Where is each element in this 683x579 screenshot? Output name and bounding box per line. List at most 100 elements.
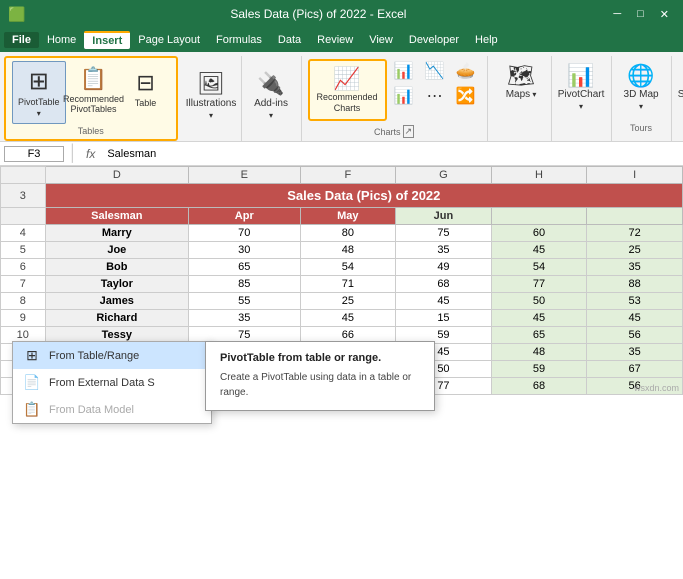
column-chart-button[interactable]: 📊 (389, 59, 419, 83)
maps-icon: 🗺 (507, 63, 535, 89)
cell-val[interactable]: 15 (396, 310, 492, 327)
cell-val[interactable]: 35 (587, 259, 683, 276)
cell-val[interactable]: 54 (300, 259, 396, 276)
header-col-i (587, 208, 683, 225)
cell-val[interactable]: 35 (396, 242, 492, 259)
cell-val[interactable]: 65 (491, 327, 587, 344)
column-chart-icon: 📊 (394, 61, 414, 81)
from-table-range-item[interactable]: ⊞ From Table/Range (13, 342, 211, 369)
cell-val[interactable]: 45 (396, 293, 492, 310)
row-num-7: 7 (1, 276, 46, 293)
cell-val[interactable]: 53 (587, 293, 683, 310)
cell-val[interactable]: 45 (300, 310, 396, 327)
cell-val[interactable]: 68 (396, 276, 492, 293)
cell-val[interactable]: 75 (396, 225, 492, 242)
illustrations-icon: 🖼 (197, 71, 225, 97)
tables-group-label: Tables (12, 124, 170, 136)
cell-val[interactable]: 80 (300, 225, 396, 242)
menu-data[interactable]: Data (270, 32, 309, 48)
maps-button[interactable]: 🗺 Maps ▾ (501, 60, 542, 104)
cell-val[interactable]: 60 (491, 225, 587, 242)
add-ins-button[interactable]: 🔌 Add-ins ▾ (248, 68, 295, 124)
illustrations-buttons: 🖼 Illustrations ▾ (181, 60, 242, 133)
menu-help[interactable]: Help (467, 32, 506, 48)
cell-val[interactable]: 65 (189, 259, 301, 276)
formula-input[interactable] (103, 147, 679, 161)
row-num-5: 5 (1, 242, 46, 259)
formula-bar: │ fx (0, 142, 683, 166)
cell-val[interactable]: 77 (491, 276, 587, 293)
recommended-pivot-button[interactable]: 📋 Recommended PivotTables (68, 61, 120, 119)
cell-val[interactable]: 49 (396, 259, 492, 276)
pivot-table-button[interactable]: ⊞ PivotTable ▾ (12, 61, 66, 124)
menu-view[interactable]: View (361, 32, 401, 48)
menu-insert[interactable]: Insert (84, 31, 130, 49)
recommended-charts-icon: 📈 (333, 66, 360, 92)
table-button[interactable]: ⊟ Table (122, 61, 170, 112)
3d-map-button[interactable]: 🌐 3D Map ▾ (618, 60, 665, 116)
chart-type-buttons: 📊 📉 🥧 📊 ⋯ 🔀 (389, 59, 481, 108)
pivot-table-label: PivotTable ▾ (18, 97, 60, 119)
bar-chart-button[interactable]: 📊 (389, 84, 419, 108)
line-chart-icon: 📉 (425, 61, 445, 81)
cell-val[interactable]: 25 (587, 242, 683, 259)
cell-val[interactable]: 45 (491, 310, 587, 327)
cell-name: Bob (45, 259, 188, 276)
menu-home[interactable]: Home (39, 32, 84, 48)
cell-val[interactable]: 35 (587, 344, 683, 361)
cell-val[interactable]: 67 (587, 361, 683, 378)
tooltip-title: PivotTable from table or range. (220, 352, 420, 364)
pivot-chart-button[interactable]: 📊 PivotChart ▾ (553, 60, 610, 116)
scatter-chart-icon: ⋯ (427, 86, 443, 106)
restore-icon[interactable]: □ (631, 6, 650, 23)
cell-val[interactable]: 59 (491, 361, 587, 378)
from-external-item[interactable]: 📄 From External Data S (13, 369, 211, 396)
menu-developer[interactable]: Developer (401, 32, 467, 48)
cell-val[interactable]: 70 (189, 225, 301, 242)
recommended-charts-wrapper: 📈 Recommended Charts (308, 59, 387, 121)
menu-formulas[interactable]: Formulas (208, 32, 270, 48)
cell-val[interactable]: 88 (587, 276, 683, 293)
row-num-9: 9 (1, 310, 46, 327)
close-icon[interactable]: ✕ (654, 6, 675, 23)
title-row: 3 Sales Data (Pics) of 2022 (1, 184, 683, 208)
cell-val[interactable]: 35 (189, 310, 301, 327)
cell-val[interactable]: 48 (300, 242, 396, 259)
cell-val[interactable]: 55 (189, 293, 301, 310)
window-controls[interactable]: ─ □ ✕ (607, 6, 675, 23)
col-header-f: F (300, 167, 396, 184)
cell-val[interactable]: 71 (300, 276, 396, 293)
recommended-charts-button[interactable]: 📈 Recommended Charts (312, 63, 383, 117)
addins-buttons: 🔌 Add-ins ▾ (248, 60, 295, 133)
table-row: 8 James 55 25 45 50 53 (1, 293, 683, 310)
ribbon-group-tours: 🌐 3D Map ▾ Tours (612, 56, 672, 141)
menu-file[interactable]: File (4, 32, 39, 48)
charts-dialog-launcher[interactable]: ↗ (403, 125, 415, 138)
cell-val[interactable]: 56 (587, 327, 683, 344)
cell-val[interactable]: 54 (491, 259, 587, 276)
cell-val[interactable]: 48 (491, 344, 587, 361)
menu-page-layout[interactable]: Page Layout (130, 32, 208, 48)
cell-val[interactable]: 25 (300, 293, 396, 310)
ribbon-group-charts: 📈 Recommended Charts 📊 📉 🥧 📊 ⋯ 🔀 Ch (302, 56, 488, 141)
add-ins-label: Add-ins ▾ (253, 98, 290, 122)
name-box[interactable] (4, 146, 64, 162)
from-model-label: From Data Model (49, 404, 134, 416)
pie-chart-button[interactable]: 🥧 (451, 59, 481, 83)
scatter-chart-button[interactable]: ⋯ (420, 84, 450, 108)
menu-review[interactable]: Review (309, 32, 361, 48)
cell-val[interactable]: 72 (587, 225, 683, 242)
combo-chart-button[interactable]: 🔀 (451, 84, 481, 108)
cell-val[interactable]: 85 (189, 276, 301, 293)
ribbon-group-maps: 🗺 Maps ▾ (492, 56, 552, 141)
from-external-icon: 📄 (23, 374, 41, 391)
cell-val[interactable]: 45 (491, 242, 587, 259)
cell-val[interactable]: 45 (587, 310, 683, 327)
illustrations-button[interactable]: 🖼 Illustrations ▾ (181, 68, 242, 124)
cell-val[interactable]: 30 (189, 242, 301, 259)
line-chart-button[interactable]: 📉 (420, 59, 450, 83)
sparklines-button[interactable]: 〰 Sparklines ▾ (673, 60, 683, 116)
cell-val[interactable]: 68 (491, 378, 587, 395)
cell-val[interactable]: 50 (491, 293, 587, 310)
minimize-icon[interactable]: ─ (607, 6, 627, 23)
